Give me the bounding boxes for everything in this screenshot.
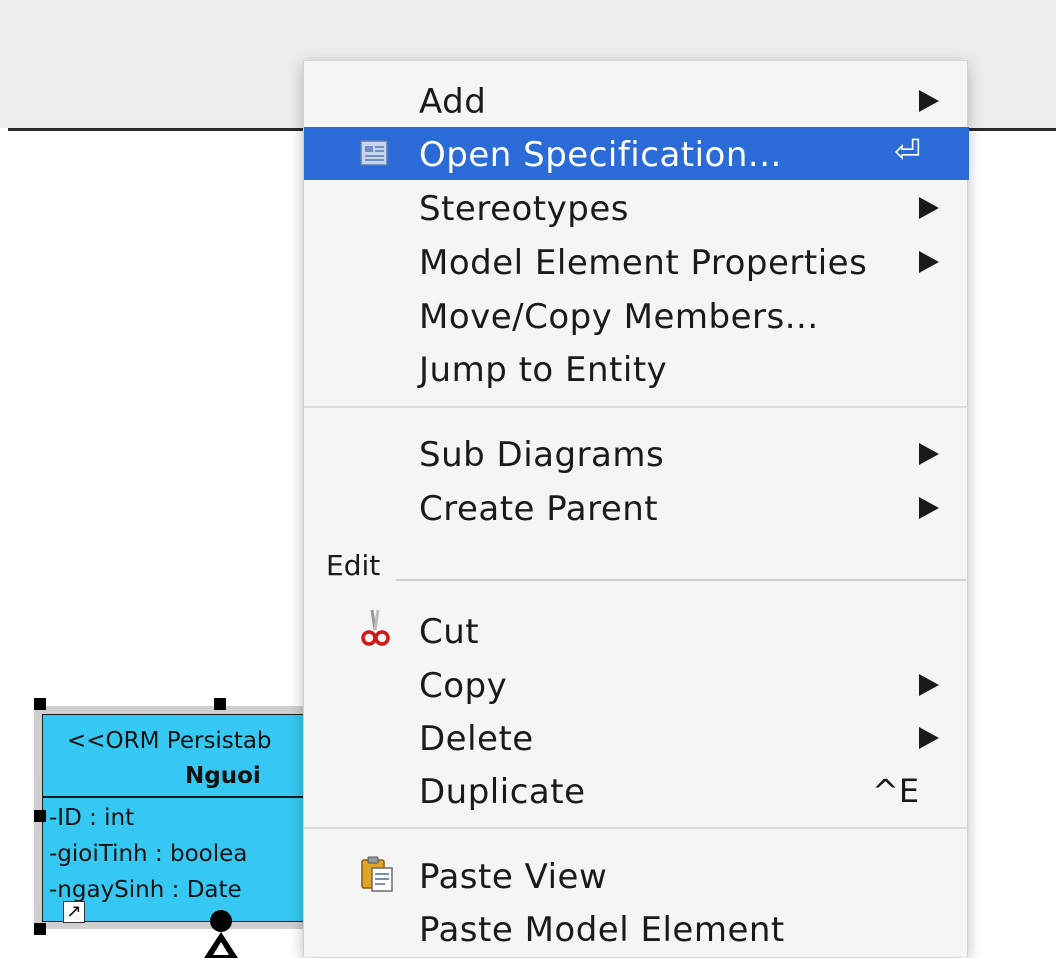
menu-item-paste-model-element[interactable]: Paste Model Element (304, 902, 969, 955)
scissors-icon (360, 608, 390, 652)
class-body[interactable]: <<ORM Persistab Nguoi -ID : int -gioiTin… (42, 714, 323, 923)
menu-item-label: Add (419, 82, 487, 122)
class-compartment-divider (43, 796, 323, 798)
menu-separator (304, 827, 969, 829)
menu-item-label: Stereotypes (419, 189, 629, 229)
menu-group-divider (396, 579, 966, 581)
menu-item-create-parent[interactable]: Create Parent (304, 481, 969, 534)
menu-item-sub-diagrams[interactable]: Sub Diagrams (304, 427, 969, 480)
class-stereotype: <<ORM Persistab (67, 728, 272, 754)
menu-item-label: Sub Diagrams (419, 435, 665, 475)
menu-item-label: Model Element Properties (419, 243, 868, 283)
menu-item-duplicate[interactable]: Duplicate ^E (304, 764, 969, 817)
menu-item-move-copy-members[interactable]: Move/Copy Members... (304, 289, 969, 342)
specification-icon (360, 139, 390, 171)
class-name: Nguoi (185, 763, 261, 789)
menu-item-stereotypes[interactable]: Stereotypes (304, 181, 969, 234)
connector-anchor[interactable] (210, 910, 232, 932)
menu-item-label: Jump to Entity (419, 350, 668, 390)
resize-handle[interactable] (34, 923, 46, 935)
menu-item-jump-to-entity[interactable]: Jump to Entity (304, 342, 969, 395)
context-menu: Add Open Specification... ⏎ Stereotypes … (303, 60, 969, 957)
menu-item-label: Paste View (419, 857, 608, 897)
menu-item-label: Cut (419, 612, 480, 652)
menu-separator (304, 406, 969, 408)
menu-item-label: Create Parent (419, 489, 659, 529)
class-attribute[interactable]: -ID : int (49, 805, 134, 831)
resize-handle[interactable] (34, 810, 46, 822)
menu-item-model-element-properties[interactable]: Model Element Properties (304, 235, 969, 288)
menu-group-title-edit: Edit (326, 549, 381, 582)
menu-item-cut[interactable]: Cut (304, 604, 969, 657)
menu-item-open-specification[interactable]: Open Specification... ⏎ (304, 127, 969, 180)
return-key-icon: ⏎ (894, 132, 921, 170)
class-attribute[interactable]: -ngaySinh : Date (49, 877, 242, 903)
class-attribute[interactable]: -gioiTinh : boolea (49, 841, 247, 867)
shortcut-arrow-icon: ↗ (63, 901, 85, 923)
submenu-arrow-icon (919, 251, 939, 273)
menu-item-label: Copy (419, 666, 508, 706)
submenu-arrow-icon (919, 443, 939, 465)
menu-item-delete[interactable]: Delete (304, 711, 969, 764)
submenu-arrow-icon (919, 497, 939, 519)
menu-item-label: Delete (419, 719, 534, 759)
generalization-arrow-inner (213, 942, 229, 955)
menu-item-label: Duplicate (419, 772, 586, 812)
menu-item-label: Move/Copy Members... (419, 297, 819, 337)
menu-item-paste-view[interactable]: Paste View (304, 849, 969, 902)
resize-handle[interactable] (214, 698, 226, 710)
menu-item-label: Open Specification... (419, 135, 782, 175)
submenu-arrow-icon (919, 197, 939, 219)
menu-item-shortcut: ^E (872, 772, 920, 810)
resize-handle[interactable] (34, 698, 46, 710)
menu-item-copy[interactable]: Copy (304, 658, 969, 711)
class-element-nguoi[interactable]: <<ORM Persistab Nguoi -ID : int -gioiTin… (34, 706, 324, 929)
menu-item-label: Paste Model Element (419, 910, 785, 950)
submenu-arrow-icon (919, 727, 939, 749)
submenu-arrow-icon (919, 674, 939, 696)
submenu-arrow-icon (919, 90, 939, 112)
clipboard-icon (360, 855, 394, 897)
menu-item-add[interactable]: Add (304, 74, 969, 127)
